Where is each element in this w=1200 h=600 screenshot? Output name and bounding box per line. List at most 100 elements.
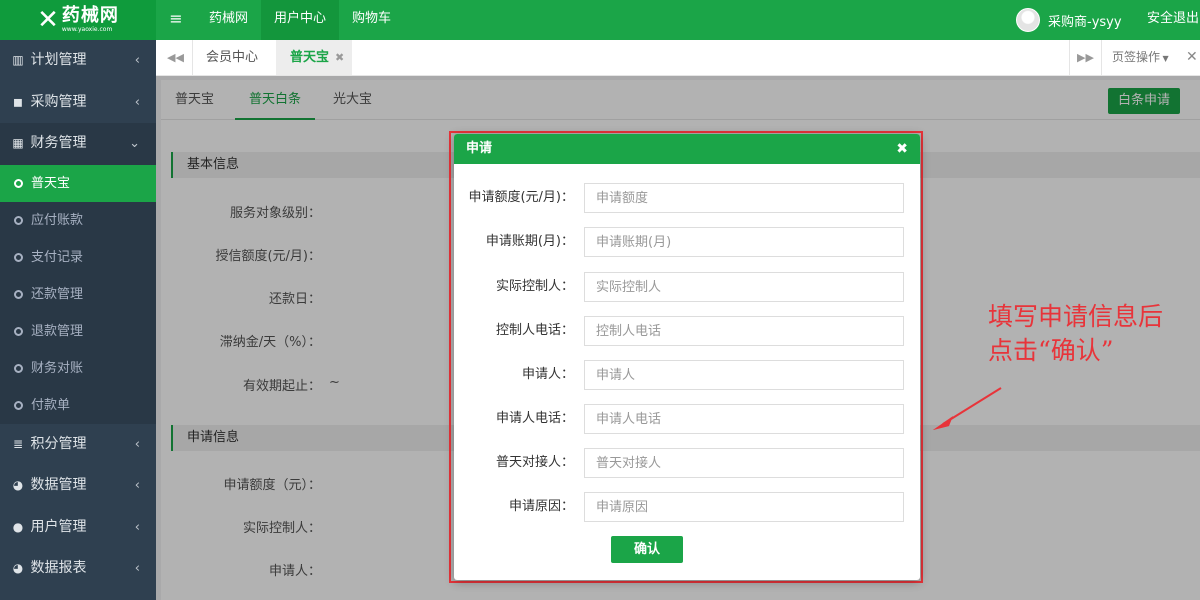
- form-label: 申请额度(元/月)：: [468, 190, 574, 205]
- top-nav-user-center[interactable]: 用户中心: [261, 0, 340, 40]
- form-label: 申请账期(月)：: [485, 234, 574, 249]
- circle-icon: [14, 363, 23, 373]
- applicant-input[interactable]: [584, 360, 904, 390]
- tab-ops-label: 页签操作: [1112, 50, 1161, 64]
- form-row-putian-contact: 普天对接人：: [454, 448, 920, 478]
- sidebar-item-finance[interactable]: ▦ 财务管理 ⌄: [0, 123, 156, 165]
- sidebar-subitem-payables[interactable]: 应付账款: [0, 201, 156, 239]
- form-label: 控制人电话：: [495, 323, 574, 338]
- apply-dialog: 申请 ✖ 申请额度(元/月)： 申请账期(月)： 实际控制人： 控制人电话： 申…: [454, 134, 920, 580]
- tab-scroll-right-icon[interactable]: ▶▶: [1069, 40, 1102, 75]
- annotation-line-1: 填写申请信息后: [988, 302, 1164, 331]
- form-label: 实际控制人：: [495, 279, 574, 294]
- sidebar-subitem-label: 退款管理: [31, 323, 84, 339]
- annotation-arrow-icon: [933, 387, 1002, 430]
- sidebar-subitem-label: 支付记录: [31, 249, 84, 265]
- sidebar-item-label: 积分管理: [30, 435, 87, 452]
- sidebar-item-label: 财务管理: [30, 135, 87, 151]
- close-icon[interactable]: ✖: [335, 51, 344, 64]
- sidebar-subitem-refund[interactable]: 退款管理: [0, 312, 156, 350]
- avatar: [1016, 8, 1040, 32]
- calculator-icon: ▦: [12, 136, 24, 150]
- user-menu[interactable]: 采购商-ysyy: [1016, 0, 1122, 40]
- tab-scroll-left-icon[interactable]: ◀◀: [159, 40, 193, 75]
- sidebar-item-label: 用户管理: [30, 518, 87, 535]
- dialog-header: 申请 ✖: [454, 134, 920, 164]
- top-bar: ✕ 药械网 www.yaoxie.com ≡ 药械网 用户中心 购物车 采购商-…: [0, 0, 1200, 40]
- form-label: 申请人电话：: [495, 411, 574, 426]
- sidebar-item-points[interactable]: ≣ 积分管理 ‹: [0, 424, 156, 466]
- sidebar-subitem-label: 付款单: [31, 397, 71, 413]
- sidebar-item-purchase[interactable]: ◼ 采购管理 ‹: [0, 82, 156, 124]
- apply-term-input[interactable]: [584, 227, 904, 257]
- user-name: 采购商-ysyy: [1048, 14, 1122, 30]
- logo-url: www.yaoxie.com: [61, 26, 113, 33]
- sidebar-item-label: 数据报表: [30, 560, 87, 576]
- sidebar-subitem-payment-records[interactable]: 支付记录: [0, 238, 156, 276]
- pie-chart-icon: ◕: [12, 478, 24, 492]
- sidebar: ▥ 计划管理 ‹ ◼ 采购管理 ‹ ▦ 财务管理 ⌄ 普天宝 应付账款 支付记录…: [0, 40, 156, 600]
- menu-icon[interactable]: ≡: [166, 8, 186, 30]
- sidebar-item-plan[interactable]: ▥ 计划管理 ‹: [0, 40, 156, 82]
- top-nav: 药械网 用户中心 购物车: [196, 0, 404, 40]
- sidebar-subitem-reconciliation[interactable]: 财务对账: [0, 349, 156, 387]
- sidebar-item-label: 数据管理: [30, 477, 87, 493]
- logo-text: 药械网: [61, 5, 119, 26]
- user-icon: ●: [12, 519, 24, 534]
- shopping-bag-icon: ◼: [13, 94, 23, 109]
- close-icon[interactable]: ✖: [896, 134, 908, 164]
- logo[interactable]: ✕ 药械网 www.yaoxie.com: [0, 0, 156, 40]
- instruction-annotation: 填写申请信息后 点击“确认”: [988, 300, 1200, 368]
- circle-icon: [14, 252, 23, 262]
- apply-reason-input[interactable]: [584, 492, 904, 522]
- sidebar-item-data[interactable]: ◕ 数据管理 ‹: [0, 465, 156, 507]
- annotation-line-2: 点击“确认”: [988, 336, 1114, 365]
- form-label: 申请人：: [521, 367, 574, 382]
- sidebar-subitem-label: 应付账款: [31, 212, 84, 228]
- tab-member-center[interactable]: 会员中心: [206, 40, 258, 75]
- controller-phone-input[interactable]: [584, 316, 904, 346]
- form-row-apply-amount: 申请额度(元/月)：: [454, 183, 920, 213]
- tab-label: 普天宝: [290, 50, 330, 65]
- applicant-phone-input[interactable]: [584, 404, 904, 434]
- top-nav-home[interactable]: 药械网: [196, 0, 261, 40]
- chevron-left-icon: ‹: [134, 436, 140, 452]
- chevron-left-icon: ‹: [134, 94, 140, 110]
- form-row-applicant: 申请人：: [454, 360, 920, 390]
- form-label: 申请原因：: [508, 499, 574, 514]
- sidebar-subitem-putianbao[interactable]: 普天宝: [0, 164, 156, 202]
- sidebar-subitem-repayment[interactable]: 还款管理: [0, 275, 156, 313]
- form-row-apply-term: 申请账期(月)：: [454, 227, 920, 257]
- form-row-controller: 实际控制人：: [454, 272, 920, 302]
- controller-input[interactable]: [584, 272, 904, 302]
- database-icon: ≣: [12, 436, 24, 451]
- putian-contact-input[interactable]: [584, 448, 904, 478]
- form-row-applicant-phone: 申请人电话：: [454, 404, 920, 434]
- chevron-left-icon: ‹: [134, 53, 140, 68]
- pie-chart-icon: ◕: [12, 561, 24, 575]
- circle-icon: [14, 289, 23, 299]
- circle-icon: [14, 326, 23, 336]
- tab-putianbao[interactable]: 普天宝 ✖: [276, 40, 352, 75]
- sidebar-subitem-label: 财务对账: [31, 360, 84, 376]
- sidebar-item-reports[interactable]: ◕ 数据报表 ‹: [0, 548, 156, 590]
- sidebar-subitem-label: 还款管理: [31, 286, 84, 302]
- sidebar-item-label: 计划管理: [30, 52, 87, 68]
- sidebar-subitem-payment-order[interactable]: 付款单: [0, 386, 156, 424]
- chevron-left-icon: ‹: [134, 478, 140, 493]
- sidebar-subitem-label: 普天宝: [31, 175, 71, 191]
- sidebar-item-label: 采购管理: [30, 93, 87, 110]
- logo-mark-icon: ✕: [37, 5, 59, 35]
- confirm-button[interactable]: 确认: [611, 536, 683, 563]
- circle-icon: [14, 215, 23, 225]
- apply-amount-input[interactable]: [584, 183, 904, 213]
- top-nav-cart[interactable]: 购物车: [339, 0, 404, 40]
- tab-operations-dropdown[interactable]: 页签操作 ▼: [1112, 40, 1169, 76]
- chevron-left-icon: ‹: [134, 561, 140, 576]
- logout-link[interactable]: 安全退出: [1147, 0, 1199, 38]
- chevron-down-icon: ⌄: [129, 136, 140, 151]
- form-row-apply-reason: 申请原因：: [454, 492, 920, 522]
- sidebar-item-users[interactable]: ● 用户管理 ‹: [0, 507, 156, 549]
- dialog-title: 申请: [466, 141, 493, 156]
- fullscreen-icon[interactable]: ✕: [1186, 40, 1200, 75]
